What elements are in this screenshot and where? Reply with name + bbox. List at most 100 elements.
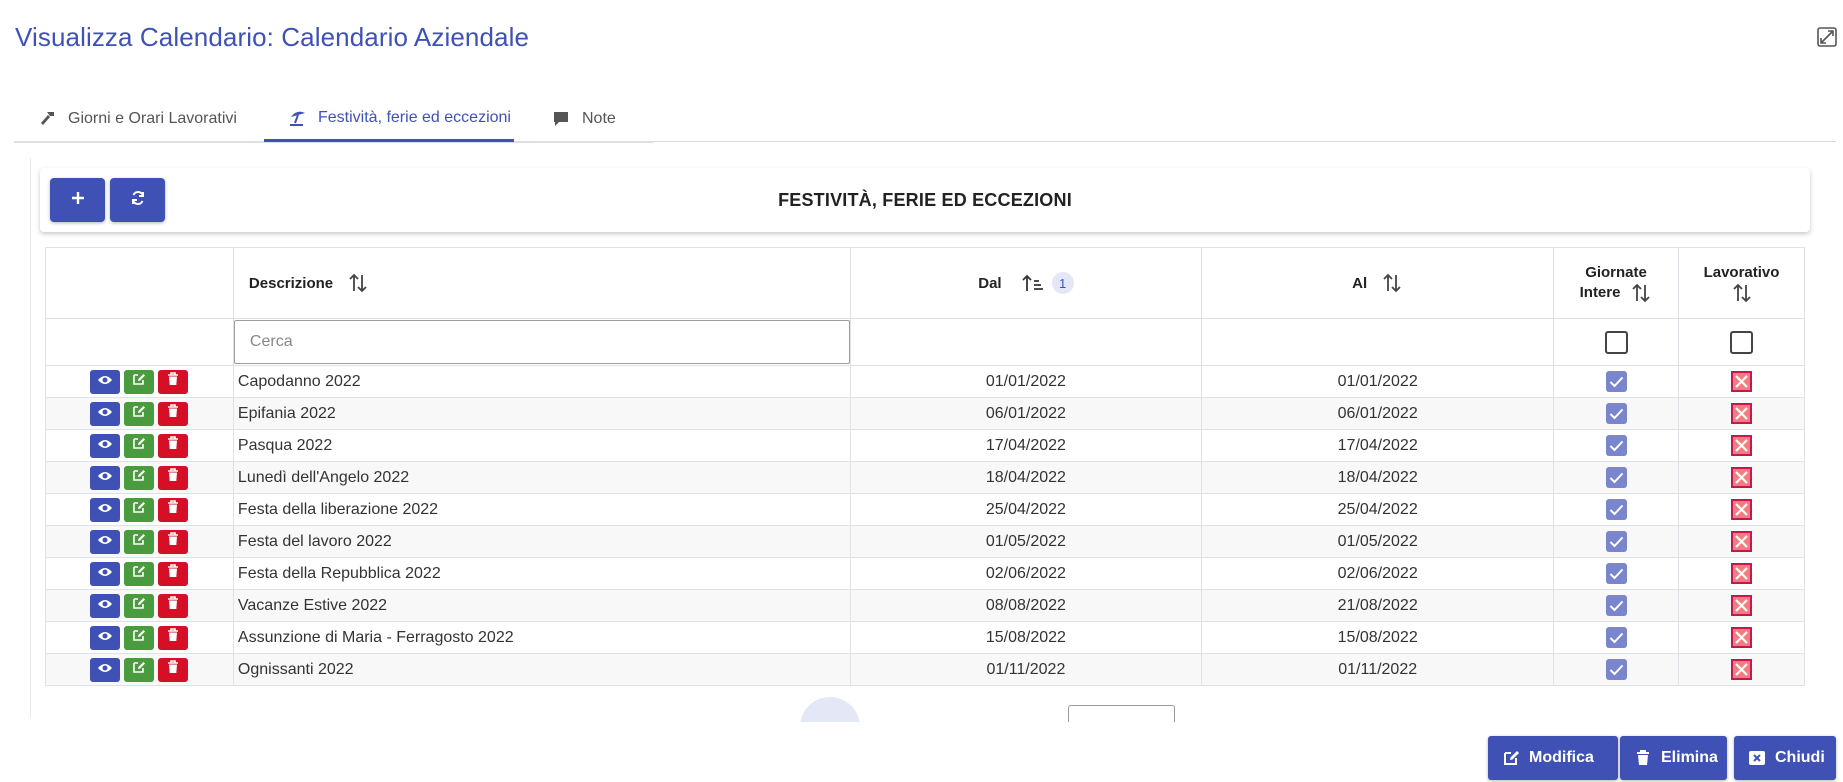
sort-icon[interactable] (1381, 272, 1403, 294)
column-label: Intere (1579, 284, 1621, 301)
filter-row (45, 318, 1805, 366)
edit-button[interactable] (124, 465, 155, 490)
checked-checkbox-icon (1605, 371, 1627, 392)
edit-icon (132, 628, 146, 647)
table-row: Assunzione di Maria - Ferragosto 2022 15/… (45, 621, 1805, 654)
al-header[interactable]: Al (1201, 247, 1555, 319)
edit-icon (132, 532, 146, 551)
view-button[interactable] (90, 593, 121, 618)
cross-box-icon (1731, 595, 1752, 616)
tab-giorni-orari[interactable]: Giorni e Orari Lavorativi (14, 96, 264, 142)
tab-bar: Giorni e Orari Lavorativi Festività, fer… (14, 96, 1836, 143)
view-button[interactable] (90, 369, 121, 394)
al-cell: 01/01/2022 (1201, 365, 1555, 398)
tab-note[interactable]: Note (528, 96, 654, 142)
elimina-button[interactable]: Elimina (1620, 736, 1727, 780)
al-cell: 02/06/2022 (1201, 557, 1555, 590)
giornate-intere-header[interactable]: Giornate Intere (1553, 247, 1680, 319)
delete-button[interactable] (158, 593, 189, 618)
edit-button[interactable] (124, 657, 155, 682)
dal-header[interactable]: Dal 1 (849, 247, 1203, 319)
trash-icon (167, 596, 179, 615)
table-row: Vacanze Estive 2022 08/08/2022 21/08/2022 (45, 589, 1805, 622)
actions-cell (45, 589, 234, 622)
view-button[interactable] (90, 529, 121, 554)
add-button[interactable] (50, 178, 105, 222)
lavorativo-header[interactable]: Lavorativo (1678, 247, 1805, 319)
actions-header (45, 247, 234, 319)
edit-button[interactable] (124, 625, 155, 650)
delete-button[interactable] (158, 529, 189, 554)
sort-icon[interactable] (1630, 282, 1652, 304)
view-button[interactable] (90, 497, 121, 522)
column-label: Giornate (1585, 263, 1647, 281)
expand-icon[interactable] (1816, 26, 1838, 48)
column-label: Dal (978, 274, 1002, 292)
lavorativo-filter-checkbox[interactable] (1730, 330, 1753, 354)
view-button[interactable] (90, 465, 121, 490)
edit-icon (132, 564, 146, 583)
actions-cell (45, 397, 234, 430)
edit-button[interactable] (124, 369, 155, 394)
edit-button[interactable] (124, 593, 155, 618)
edit-button[interactable] (124, 401, 155, 426)
sort-icon[interactable] (1731, 282, 1753, 304)
descrizione-cell: Festa della Repubblica 2022 (232, 557, 851, 590)
button-label: Chiudi (1775, 749, 1825, 766)
giornate-intere-cell (1553, 525, 1680, 558)
edit-button[interactable] (124, 433, 155, 458)
edit-button[interactable] (124, 529, 155, 554)
al-cell: 01/05/2022 (1201, 525, 1555, 558)
delete-button[interactable] (158, 401, 189, 426)
sort-order-badge: 1 (1051, 272, 1074, 294)
table-header-row: Descrizione Dal 1 Al Giornate Intere Lav… (45, 247, 1805, 319)
view-button[interactable] (90, 625, 121, 650)
view-button[interactable] (90, 561, 121, 586)
view-button[interactable] (90, 433, 121, 458)
button-label: Elimina (1661, 749, 1718, 766)
delete-button[interactable] (158, 497, 189, 522)
sort-asc-icon[interactable] (1021, 273, 1044, 293)
edit-button[interactable] (124, 497, 155, 522)
delete-button[interactable] (158, 625, 189, 650)
delete-button[interactable] (158, 465, 189, 490)
edit-button[interactable] (124, 561, 155, 586)
edit-icon (132, 372, 146, 391)
cross-box-icon (1731, 627, 1752, 648)
filter-cell (1201, 318, 1555, 366)
modifica-button[interactable]: Modifica (1488, 736, 1618, 780)
dal-cell: 08/08/2022 (849, 589, 1203, 622)
tab-festivita[interactable]: Festività, ferie ed eccezioni (264, 96, 514, 142)
refresh-button[interactable] (110, 178, 165, 222)
view-button[interactable] (90, 657, 121, 682)
lavorativo-cell (1678, 653, 1805, 686)
descrizione-cell: Pasqua 2022 (232, 429, 851, 462)
cross-box-icon (1731, 531, 1752, 552)
column-label: Al (1352, 274, 1368, 292)
delete-button[interactable] (158, 433, 189, 458)
edit-icon (132, 436, 146, 455)
dal-cell: 01/05/2022 (849, 525, 1203, 558)
dal-cell: 01/01/2022 (849, 365, 1203, 398)
delete-button[interactable] (158, 369, 189, 394)
cross-box-icon (1731, 371, 1752, 392)
al-cell: 25/04/2022 (1201, 493, 1555, 526)
dal-cell: 02/06/2022 (849, 557, 1203, 590)
descrizione-header[interactable]: Descrizione (232, 247, 851, 319)
delete-button[interactable] (158, 561, 189, 586)
giornate-intere-filter-checkbox[interactable] (1604, 330, 1628, 354)
view-button[interactable] (90, 401, 121, 426)
trash-icon (167, 532, 179, 551)
dal-cell: 15/08/2022 (849, 621, 1203, 654)
search-input[interactable] (233, 320, 850, 364)
table-row: Ognissanti 2022 01/11/2022 01/11/2022 (45, 653, 1805, 686)
descrizione-cell: Ognissanti 2022 (232, 653, 851, 686)
trash-icon (1634, 749, 1652, 767)
delete-button[interactable] (158, 657, 189, 682)
chiudi-button[interactable]: Chiudi (1734, 736, 1836, 780)
table-row: Pasqua 2022 17/04/2022 17/04/2022 (45, 429, 1805, 462)
al-cell: 01/11/2022 (1201, 653, 1555, 686)
descrizione-cell: Festa del lavoro 2022 (232, 525, 851, 558)
checked-checkbox-icon (1605, 595, 1627, 616)
sort-icon[interactable] (347, 272, 369, 294)
